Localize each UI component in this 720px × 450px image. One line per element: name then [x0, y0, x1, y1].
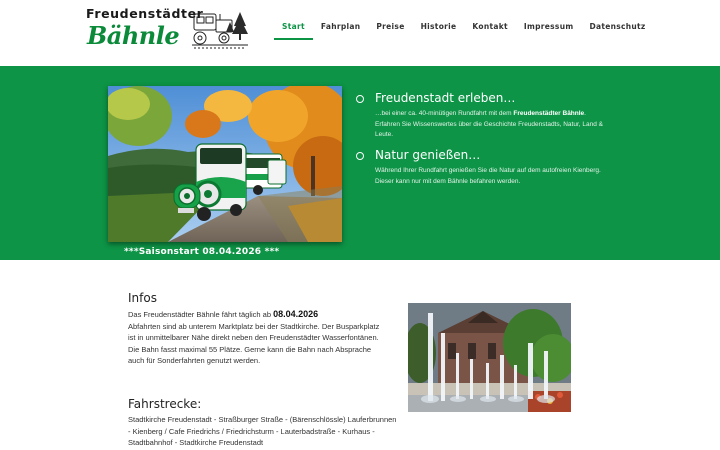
- autumn-train-photo: [108, 86, 342, 242]
- nav-item-kontakt[interactable]: Kontakt: [464, 16, 516, 40]
- feature-title: Freudenstadt erleben…: [375, 91, 516, 105]
- feature-text: Während Ihrer Rundfahrt genießen Sie die…: [375, 167, 601, 185]
- circle-bullet-icon: [356, 152, 364, 160]
- nav-item-preise[interactable]: Preise: [368, 16, 412, 40]
- nav-item-datenschutz[interactable]: Datenschutz: [581, 16, 653, 40]
- feature-text: …bei einer ca. 40-minütigen Rundfahrt mi…: [375, 110, 603, 138]
- train-logo-icon: [192, 12, 248, 49]
- site-logo[interactable]: Freudenstädter Bähnle: [86, 6, 266, 54]
- saison-start-notice: ***Saisonstart 08.04.2026 ***: [124, 247, 280, 257]
- site-header: Freudenstädter Bähnle Start Fahrplan Pre…: [0, 0, 720, 66]
- fahrstrecke-text: Stadtkirche Freudenstadt - Straßburger S…: [128, 415, 397, 448]
- nav-item-impressum[interactable]: Impressum: [516, 16, 582, 40]
- infos-date: 08.04.2026: [273, 309, 319, 319]
- main-nav: Start Fahrplan Preise Historie Kontakt I…: [274, 16, 654, 42]
- circle-bullet-icon: [356, 95, 364, 103]
- nav-item-fahrplan[interactable]: Fahrplan: [313, 16, 369, 40]
- infos-text: Das Freudenstädter Bähnle fährt täglich …: [128, 309, 380, 366]
- feature-title: Natur genießen…: [375, 148, 481, 162]
- logo-line1: Freudenstädter: [86, 6, 204, 21]
- fountain-church-photo: [408, 303, 571, 412]
- nav-item-start[interactable]: Start: [274, 16, 313, 40]
- logo-line2: Bähnle: [87, 21, 180, 50]
- nav-item-historie[interactable]: Historie: [413, 16, 465, 40]
- fahrstrecke-heading: Fahrstrecke:: [128, 397, 202, 411]
- infos-heading: Infos: [128, 291, 157, 305]
